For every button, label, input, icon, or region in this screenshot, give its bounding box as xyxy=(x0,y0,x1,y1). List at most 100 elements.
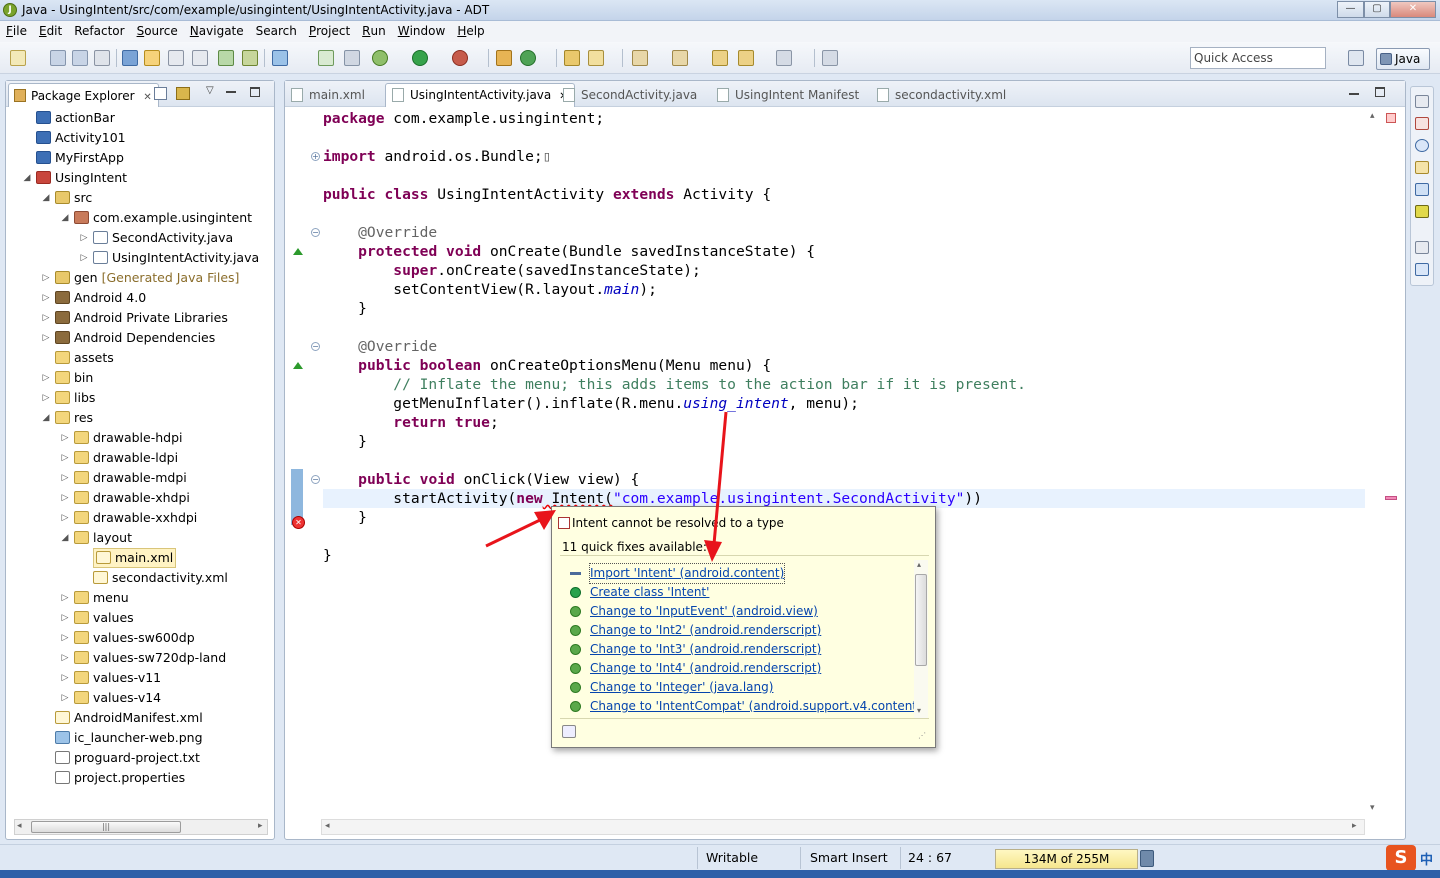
link-with-editor-icon[interactable] xyxy=(176,87,190,100)
menu-run[interactable]: Run xyxy=(356,21,392,38)
expand-fold-icon[interactable]: + xyxy=(311,152,320,161)
collapsed-arrow-icon[interactable]: ▷ xyxy=(60,668,70,688)
open-type-icon[interactable] xyxy=(564,50,580,66)
code-line[interactable]: public void onClick(View view) { xyxy=(323,470,639,489)
run-icon[interactable] xyxy=(412,50,428,66)
overview-error-marker[interactable] xyxy=(1385,496,1397,500)
tree-item[interactable]: ◢ UsingIntent xyxy=(24,168,127,188)
package-explorer-hscroll[interactable]: ◂ ||| ▸ xyxy=(14,819,268,835)
collapsed-arrow-icon[interactable]: ▷ xyxy=(60,448,70,468)
print-icon[interactable] xyxy=(94,50,110,66)
minimize-view-icon[interactable] xyxy=(226,91,236,93)
minimize-button[interactable]: — xyxy=(1337,1,1364,18)
code-line[interactable]: super.onCreate(savedInstanceState); xyxy=(323,261,701,280)
code-line[interactable]: setContentView(R.layout.main); xyxy=(323,280,657,299)
menu-window[interactable]: Window xyxy=(392,21,452,38)
editor-tab[interactable]: UsingIntent Manifest xyxy=(717,85,859,107)
tree-item[interactable]: ◢ res xyxy=(43,408,94,428)
collapsed-arrow-icon[interactable]: ▷ xyxy=(60,468,70,488)
expanded-arrow-icon[interactable]: ◢ xyxy=(60,528,70,548)
expanded-arrow-icon[interactable]: ◢ xyxy=(22,168,32,188)
tree-item[interactable]: ▷ drawable-hdpi xyxy=(62,428,183,448)
quick-fix-list[interactable]: Import 'Intent' (android.content) Create … xyxy=(560,555,929,719)
tree-item[interactable]: ▷ drawable-ldpi xyxy=(62,448,179,468)
code-line[interactable]: } xyxy=(323,508,367,527)
tree-item[interactable]: MyFirstApp xyxy=(36,148,124,168)
quick-fix-popup[interactable]: Intent cannot be resolved to a type 11 q… xyxy=(551,506,936,748)
forward-icon[interactable] xyxy=(776,50,792,66)
code-line[interactable]: getMenuInflater().inflate(R.menu.using_i… xyxy=(323,394,859,413)
heap-status[interactable]: 134M of 255M xyxy=(995,849,1138,869)
scroll-right-icon[interactable]: ▸ xyxy=(1352,821,1357,831)
collapsed-arrow-icon[interactable]: ▷ xyxy=(79,228,89,248)
tree-item[interactable]: ▷ drawable-mdpi xyxy=(62,468,187,488)
tree-item[interactable]: ▷ Android 4.0 xyxy=(43,288,147,308)
code-line[interactable]: @Override xyxy=(323,337,437,356)
editor-horizontal-scrollbar[interactable]: ◂ ▸ xyxy=(321,819,1365,835)
show-whitespace-icon[interactable] xyxy=(192,50,208,66)
close-tab-icon[interactable]: ✕ xyxy=(143,92,151,103)
tree-item[interactable]: ▷ values-v11 xyxy=(62,668,162,688)
editor-tab[interactable]: secondactivity.xml xyxy=(877,85,1006,107)
collapse-fold-icon[interactable]: − xyxy=(311,475,320,484)
new-java-class-icon[interactable] xyxy=(520,50,536,66)
tree-item[interactable]: ▷ bin xyxy=(43,368,94,388)
toggle-mark-occurrences-icon[interactable] xyxy=(144,50,160,66)
restore-view-icon[interactable] xyxy=(1415,95,1429,108)
tree-item[interactable]: ▷ menu xyxy=(62,588,129,608)
tree-item[interactable]: ▷ Android Dependencies xyxy=(43,328,216,348)
android-sdk-manager-icon[interactable] xyxy=(122,50,138,66)
tree-item[interactable]: ▷ drawable-xxhdpi xyxy=(62,508,198,528)
code-line[interactable]: } xyxy=(323,546,332,565)
expanded-arrow-icon[interactable]: ◢ xyxy=(60,208,70,228)
menu-refactor[interactable]: Refactor xyxy=(68,21,130,38)
tree-item[interactable]: main.xml xyxy=(93,548,177,568)
last-edit-location-icon[interactable] xyxy=(712,50,728,66)
menu-help[interactable]: Help xyxy=(451,21,490,38)
editor-tab[interactable]: main.xml xyxy=(291,85,365,107)
ime-language-indicator[interactable]: 中 xyxy=(1420,849,1433,868)
overview-ruler[interactable] xyxy=(1385,107,1399,819)
scroll-up-icon[interactable]: ▴ xyxy=(917,560,921,569)
new-android-project-icon[interactable] xyxy=(318,50,334,66)
scrollbar-thumb[interactable] xyxy=(915,574,927,666)
collapsed-arrow-icon[interactable]: ▷ xyxy=(60,588,70,608)
sogou-ime-icon[interactable]: S xyxy=(1386,845,1416,871)
scroll-left-icon[interactable]: ◂ xyxy=(17,821,22,831)
block-selection-icon[interactable] xyxy=(168,50,184,66)
save-all-icon[interactable] xyxy=(72,50,88,66)
override-marker-icon[interactable] xyxy=(293,362,303,369)
tree-item[interactable]: AndroidManifest.xml xyxy=(55,708,203,728)
code-line[interactable]: import android.os.Bundle;▯ xyxy=(323,147,551,166)
expanded-arrow-icon[interactable]: ◢ xyxy=(41,188,51,208)
menu-project[interactable]: Project xyxy=(303,21,356,38)
declaration-icon[interactable] xyxy=(1415,161,1429,174)
code-line[interactable]: protected void onCreate(Bundle savedInst… xyxy=(323,242,815,261)
tree-item[interactable]: secondactivity.xml xyxy=(93,568,228,588)
new-java-package-icon[interactable] xyxy=(496,50,512,66)
maximize-button[interactable]: ▢ xyxy=(1364,1,1390,18)
tree-item[interactable]: Activity101 xyxy=(36,128,126,148)
tree-item[interactable]: ▷ gen [Generated Java Files] xyxy=(43,268,240,288)
override-marker-icon[interactable] xyxy=(293,248,303,255)
debug-icon[interactable] xyxy=(372,50,388,66)
pin-editor-icon[interactable] xyxy=(822,50,838,66)
tree-item[interactable]: ▷ values-sw600dp xyxy=(62,628,195,648)
save-icon[interactable] xyxy=(50,50,66,66)
android-lint-icon[interactable] xyxy=(242,50,258,66)
android-avd-manager-icon[interactable] xyxy=(218,50,234,66)
collapsed-arrow-icon[interactable]: ▷ xyxy=(60,428,70,448)
collapsed-arrow-icon[interactable]: ▷ xyxy=(60,628,70,648)
editor-vertical-scrollbar[interactable]: ▴ ▾ xyxy=(1367,111,1383,817)
restore-outline-icon[interactable] xyxy=(1415,241,1429,254)
tree-item[interactable]: ▷ values xyxy=(62,608,134,628)
collapse-fold-icon[interactable]: − xyxy=(311,228,320,237)
collapsed-arrow-icon[interactable]: ▷ xyxy=(60,488,70,508)
quick-fix-item[interactable]: Change to 'Int4' (android.renderscript) xyxy=(570,659,821,678)
tree-item[interactable]: ▷ values-sw720dp-land xyxy=(62,648,227,668)
new-icon[interactable] xyxy=(10,50,26,66)
tree-item[interactable]: project.properties xyxy=(55,768,185,788)
quick-fix-item[interactable]: Change to 'InputEvent' (android.view) xyxy=(570,602,818,621)
tree-item[interactable]: ▷ SecondActivity.java xyxy=(81,228,234,248)
minimize-editor-icon[interactable] xyxy=(1349,93,1359,95)
